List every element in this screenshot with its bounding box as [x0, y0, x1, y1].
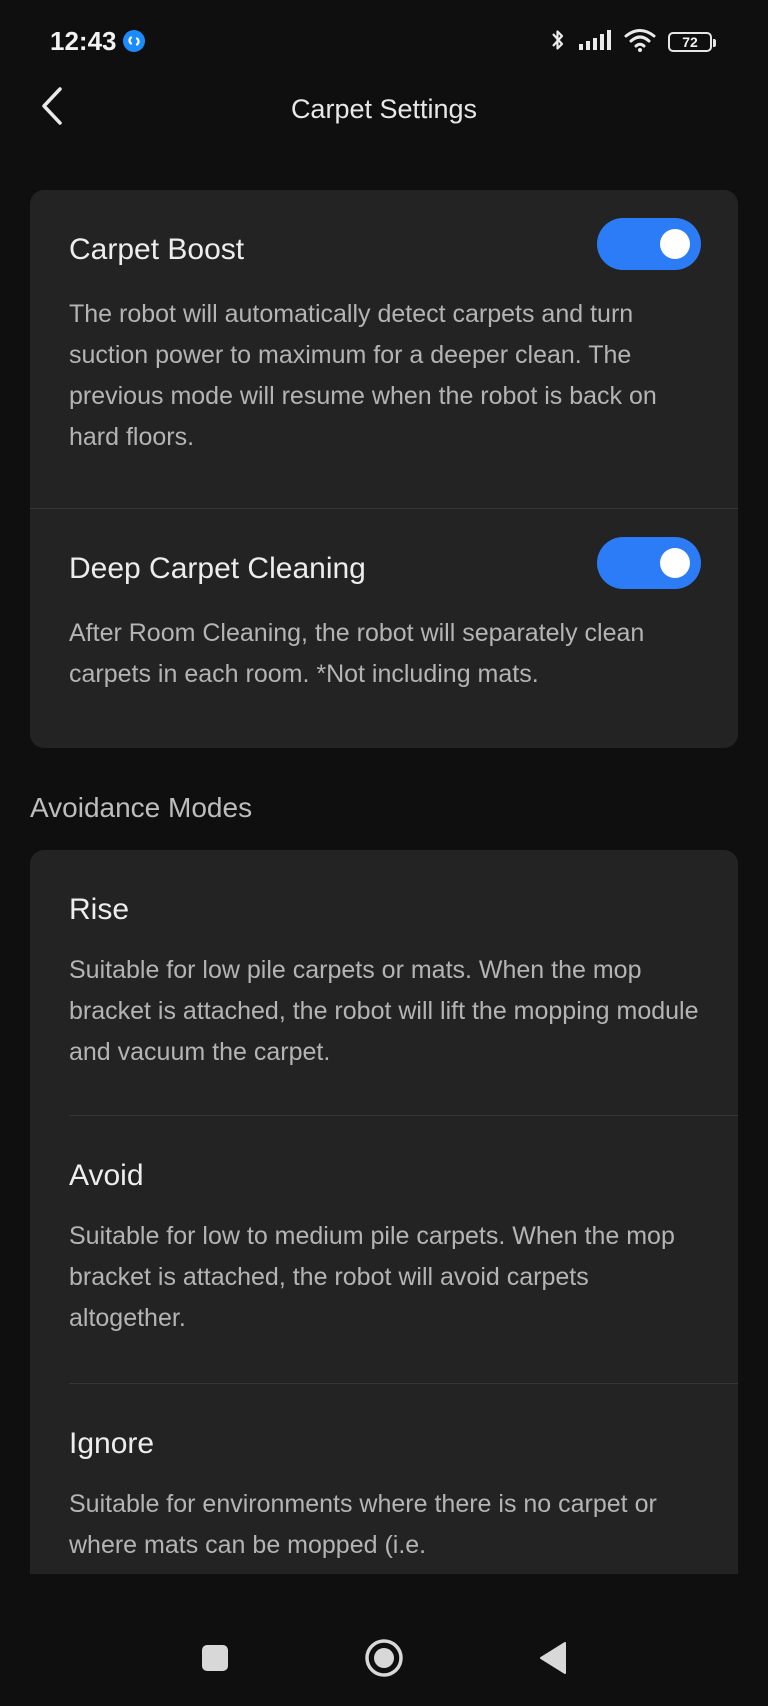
mode-title: Rise [69, 893, 130, 926]
setting-carpet-boost: Carpet Boost The robot will automaticall… [30, 190, 738, 508]
home-circle-icon [363, 1637, 405, 1684]
triangle-back-icon [538, 1641, 568, 1680]
page-title: Carpet Settings [290, 94, 478, 124]
mode-ignore[interactable]: Ignore Suitable for environments where t… [30, 1384, 738, 1566]
mode-description: Suitable for low to medium pile carpets.… [69, 1222, 675, 1332]
signal-icon [578, 29, 612, 56]
carpet-settings-card: Carpet Boost The robot will automaticall… [30, 190, 738, 748]
setting-deep-carpet-cleaning: Deep Carpet Cleaning After Room Cleaning… [30, 509, 738, 695]
avoidance-modes-card: Rise Suitable for low pile carpets or ma… [30, 850, 738, 1574]
status-icons: 72 [550, 26, 716, 58]
deep-carpet-cleaning-toggle[interactable] [597, 537, 701, 589]
bluetooth-icon [550, 27, 566, 58]
back-nav-button[interactable] [523, 1630, 583, 1690]
mode-title: Avoid [69, 1159, 144, 1192]
header: Carpet Settings [0, 86, 768, 186]
carpet-boost-toggle[interactable] [597, 218, 701, 270]
mode-title: Ignore [69, 1427, 155, 1460]
section-label-avoidance-modes: Avoidance Modes [30, 792, 253, 823]
status-time: 12:43 [50, 26, 117, 56]
shazam-icon [123, 30, 145, 52]
wifi-icon [624, 28, 656, 57]
battery-icon: 72 [668, 32, 716, 52]
setting-description: After Room Cleaning, the robot will sepa… [69, 619, 645, 688]
system-nav-bar [0, 1620, 768, 1700]
home-button[interactable] [354, 1630, 414, 1690]
mode-description: Suitable for environments where there is… [69, 1490, 657, 1559]
toggle-knob [660, 548, 690, 578]
status-bar: 12:43 72 [0, 0, 768, 86]
toggle-knob [660, 229, 690, 259]
square-icon [200, 1643, 230, 1678]
mode-description: Suitable for low pile carpets or mats. W… [69, 956, 699, 1066]
recents-button[interactable] [185, 1630, 245, 1690]
mode-avoid[interactable]: Avoid Suitable for low to medium pile ca… [30, 1116, 738, 1383]
mode-rise[interactable]: Rise Suitable for low pile carpets or ma… [30, 850, 738, 1115]
setting-description: The robot will automatically detect carp… [69, 300, 657, 451]
